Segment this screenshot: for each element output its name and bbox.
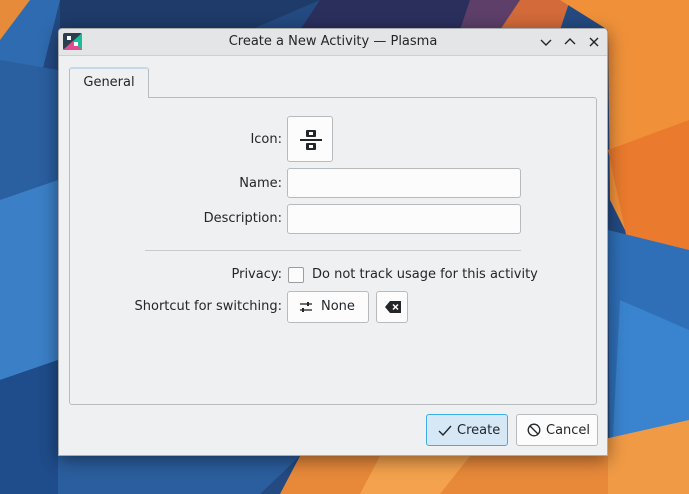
cancel-button-label: Cancel <box>546 423 591 438</box>
window-title: Create a New Activity — Plasma <box>228 34 438 49</box>
description-input[interactable] <box>287 204 521 234</box>
cancel-icon <box>527 423 541 437</box>
shortcut-button[interactable]: None <box>287 291 369 323</box>
title-bar[interactable]: Create a New Activity — Plasma <box>59 29 607 56</box>
name-input[interactable] <box>287 168 521 198</box>
name-label: Name: <box>239 176 282 191</box>
privacy-checkbox[interactable] <box>288 267 304 283</box>
icon-label: Icon: <box>250 132 282 147</box>
create-button[interactable]: Create <box>426 414 508 446</box>
general-tab-panel: Icon: Name: Description: Privacy: Do not… <box>69 97 597 405</box>
choose-icon-button[interactable] <box>287 116 333 162</box>
minimize-button[interactable] <box>537 33 555 51</box>
close-icon <box>589 37 599 47</box>
privacy-label: Privacy: <box>231 267 282 282</box>
cancel-button[interactable]: Cancel <box>516 414 598 446</box>
checkmark-icon <box>438 425 452 437</box>
clear-backspace-icon <box>385 301 401 313</box>
create-activity-dialog: Create a New Activity — Plasma General I… <box>58 28 608 456</box>
chevron-up-icon <box>564 38 576 45</box>
close-button[interactable] <box>585 33 603 51</box>
shortcut-label: Shortcut for switching: <box>134 299 283 314</box>
privacy-checkbox-label[interactable]: Do not track usage for this activity <box>312 267 538 282</box>
tab-general[interactable]: General <box>69 67 149 98</box>
clear-shortcut-button[interactable] <box>376 291 408 323</box>
shortcut-value: None <box>321 299 355 314</box>
maximize-button[interactable] <box>561 33 579 51</box>
create-button-label: Create <box>457 423 501 438</box>
configure-shortcut-icon <box>300 302 312 312</box>
description-label: Description: <box>203 211 282 226</box>
chevron-down-icon <box>540 39 552 46</box>
separator <box>145 250 521 251</box>
activity-icon <box>300 130 322 150</box>
